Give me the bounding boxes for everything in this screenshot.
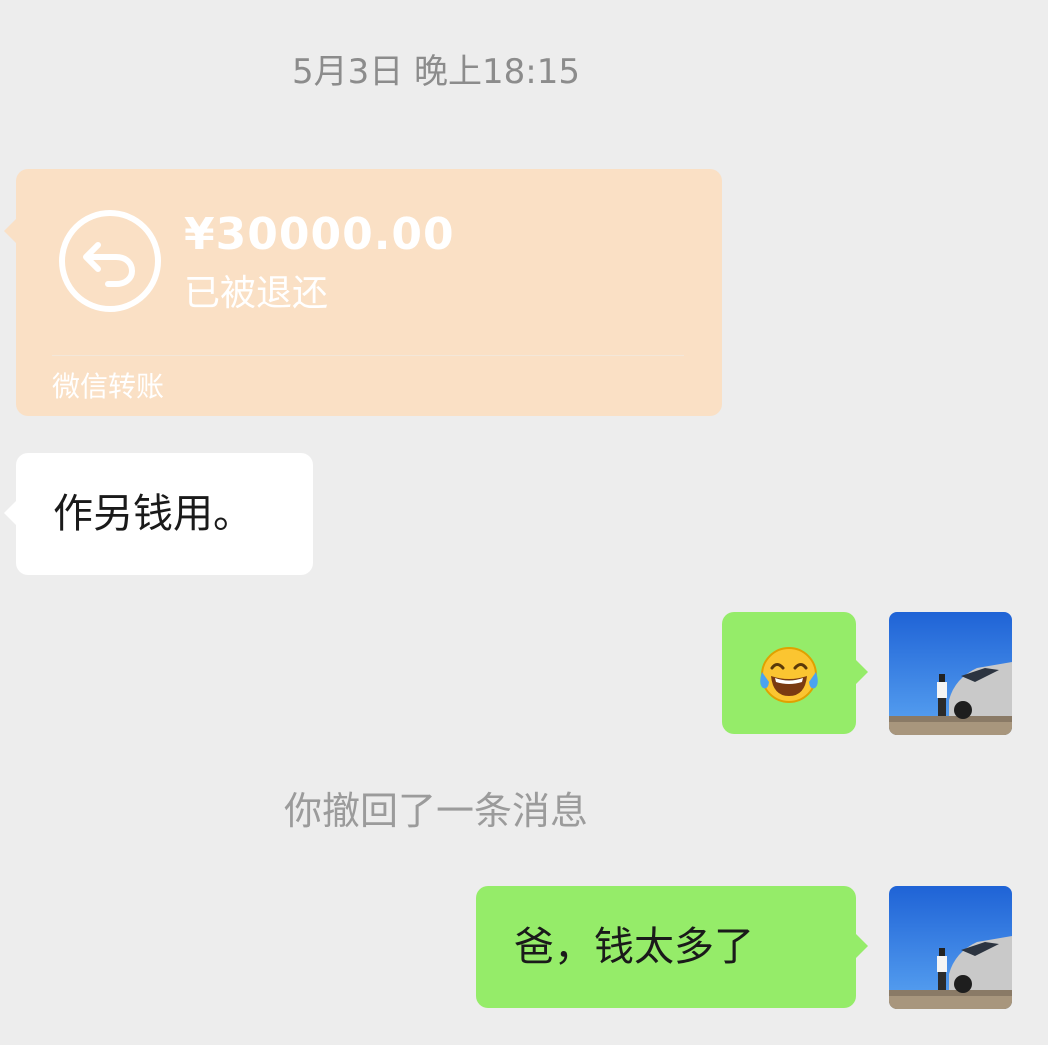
return-arrow-icon [58,209,162,313]
transfer-footer-label: 微信转账 [52,370,165,403]
outgoing-message-bubble[interactable]: 爸，钱太多了 [476,886,868,1008]
transfer-card[interactable]: ¥30000.00 已被退还 微信转账 [4,169,722,416]
user-avatar[interactable] [889,612,1012,735]
chat-timestamp: 5月3日 晚上18:15 [291,52,581,92]
incoming-message-bubble[interactable]: 作另钱用。 [4,453,313,575]
transfer-amount: ¥30000.00 [184,209,455,260]
transfer-status: 已被退还 [184,273,329,314]
outgoing-emoji-bubble[interactable] [722,612,868,734]
user-avatar[interactable] [889,886,1012,1009]
recalled-message-notice: 你撤回了一条消息 [283,789,588,833]
card-divider [52,355,684,356]
